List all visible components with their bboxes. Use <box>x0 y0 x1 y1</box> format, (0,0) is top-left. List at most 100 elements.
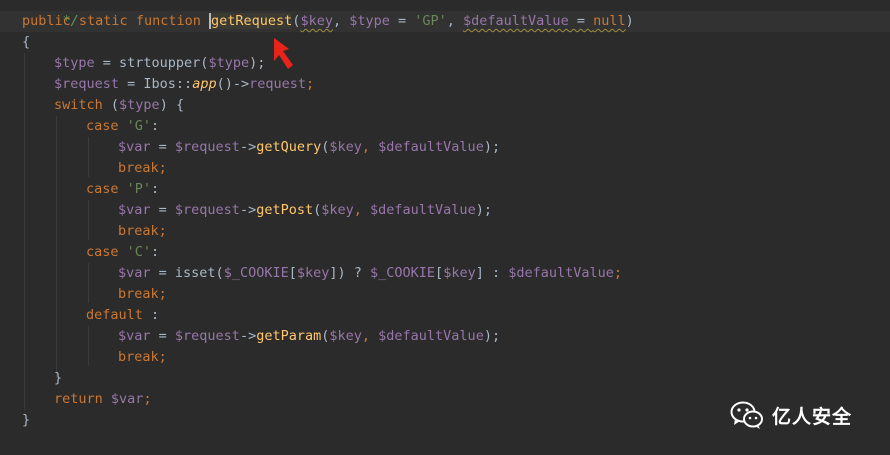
colon: : <box>151 244 160 260</box>
indent-guide <box>56 116 57 378</box>
code-line-case-p: case 'P': <box>86 179 159 200</box>
equals: = <box>568 13 594 29</box>
punctuation: ; <box>306 76 315 92</box>
keyword-case: case <box>86 118 119 134</box>
code-line-cookie: $var = isset($_COOKIE[$key]) ? $_COOKIE[… <box>118 263 622 284</box>
arrow-operator: -> <box>239 328 257 344</box>
code-line-request-assign: $request = Ibos::app()->request; <box>54 74 314 95</box>
code-line-brace-open: { <box>22 32 30 53</box>
variable: $request <box>174 139 240 155</box>
indent-guide <box>88 326 89 366</box>
semicolon: ; <box>143 391 152 407</box>
punctuation: ]) ? <box>329 265 371 281</box>
variable: $key <box>329 328 362 344</box>
variable: $defaultValue <box>508 265 614 281</box>
variable: $var <box>110 391 144 407</box>
operator: = <box>150 139 175 155</box>
arrow-operator: -> <box>239 139 257 155</box>
variable: $var <box>118 202 151 218</box>
semicolon: ; <box>613 265 623 281</box>
variable: $type <box>119 97 160 113</box>
operator: = <box>150 328 175 344</box>
indent-guide <box>88 200 89 240</box>
property-request: request <box>249 76 306 92</box>
variable: $defaultValue <box>370 202 476 218</box>
punctuation: ); <box>249 55 266 71</box>
keyword-public: public <box>22 13 71 29</box>
keyword-case: case <box>86 181 119 197</box>
variable: $defaultValue <box>378 328 484 344</box>
string-c: 'C' <box>126 244 152 260</box>
variable: $key <box>321 202 354 218</box>
code-line-default: default : <box>86 305 159 326</box>
code-editor[interactable]: */ public static function getRequest($ke… <box>0 0 890 455</box>
method-get-param: getParam <box>256 328 322 344</box>
variable: $var <box>118 328 151 344</box>
keyword-break: break <box>118 349 159 365</box>
code-line-comment: */ <box>30 0 79 29</box>
comma: , <box>353 202 371 218</box>
code-line-case-c: case 'C': <box>86 242 159 263</box>
method-get-query: getQuery <box>256 139 322 155</box>
variable: $key <box>296 265 330 281</box>
param-key: $key <box>300 13 333 29</box>
code-line-get-post: $var = $request->getPost($key, $defaultV… <box>118 200 492 221</box>
code-line-break: break; <box>118 347 167 368</box>
variable: $var <box>118 139 151 155</box>
punctuation: [ <box>435 265 444 281</box>
punctuation: ()-> <box>216 76 250 92</box>
keyword-function: function <box>135 13 201 29</box>
indent-guide <box>88 137 89 177</box>
annotation-arrow-icon <box>274 38 293 69</box>
close-paren: ) <box>625 13 634 29</box>
code-line-switch-close: } <box>54 368 62 389</box>
equals: = <box>389 13 415 29</box>
brace-close: } <box>54 370 63 386</box>
wechat-icon <box>730 401 763 429</box>
indent-guide <box>88 263 89 303</box>
semicolon: ; <box>158 286 167 302</box>
indent-guide <box>24 53 25 410</box>
arrow-operator: -> <box>239 202 257 218</box>
comma: , <box>361 139 379 155</box>
punctuation: ] : <box>475 265 509 281</box>
brace-close: } <box>22 412 31 428</box>
punctuation: [ <box>288 265 297 281</box>
variable: $defaultValue <box>378 139 484 155</box>
keyword-default: default <box>86 307 143 323</box>
operator: = <box>150 265 175 281</box>
code-line-break: break; <box>118 284 167 305</box>
superglobal-cookie: $_COOKIE <box>223 265 289 281</box>
string-p: 'P' <box>126 181 152 197</box>
keyword-case: case <box>86 244 119 260</box>
watermark: 亿人安全 <box>730 398 852 432</box>
method-get-post: getPost <box>256 202 314 218</box>
semicolon: ; <box>158 223 167 239</box>
keyword-switch: switch <box>54 97 103 113</box>
keyword-break: break <box>118 286 159 302</box>
code-line-signature: public static function getRequest($key, … <box>22 11 634 32</box>
punctuation: ); <box>475 202 492 218</box>
code-line-break: break; <box>118 221 167 242</box>
code-line-get-query: $var = $request->getQuery($key, $default… <box>118 137 500 158</box>
param-type: $type <box>349 13 390 29</box>
code-line-brace-close: } <box>22 410 30 431</box>
function-name[interactable]: getRequest <box>209 13 293 29</box>
code-line-case-g: case 'G': <box>86 116 159 137</box>
variable: $type <box>208 55 250 71</box>
punctuation: ); <box>483 139 501 155</box>
method-app: app <box>192 76 217 92</box>
code-line-strtoupper: $type = strtoupper($type); <box>54 53 265 74</box>
function-call: strtoupper( <box>119 55 209 71</box>
code-line-get-param: $var = $request->getParam($key, $default… <box>118 326 500 347</box>
variable: $request <box>54 76 120 92</box>
punctuation: ) { <box>159 97 185 113</box>
comma: , <box>361 328 379 344</box>
string-g: 'G' <box>126 118 152 134</box>
variable: $type <box>54 55 95 71</box>
colon: : <box>151 181 160 197</box>
brace-open: { <box>22 34 31 50</box>
colon: : <box>151 118 160 134</box>
param-default-value: $defaultValue <box>463 13 569 29</box>
colon: : <box>142 307 160 323</box>
